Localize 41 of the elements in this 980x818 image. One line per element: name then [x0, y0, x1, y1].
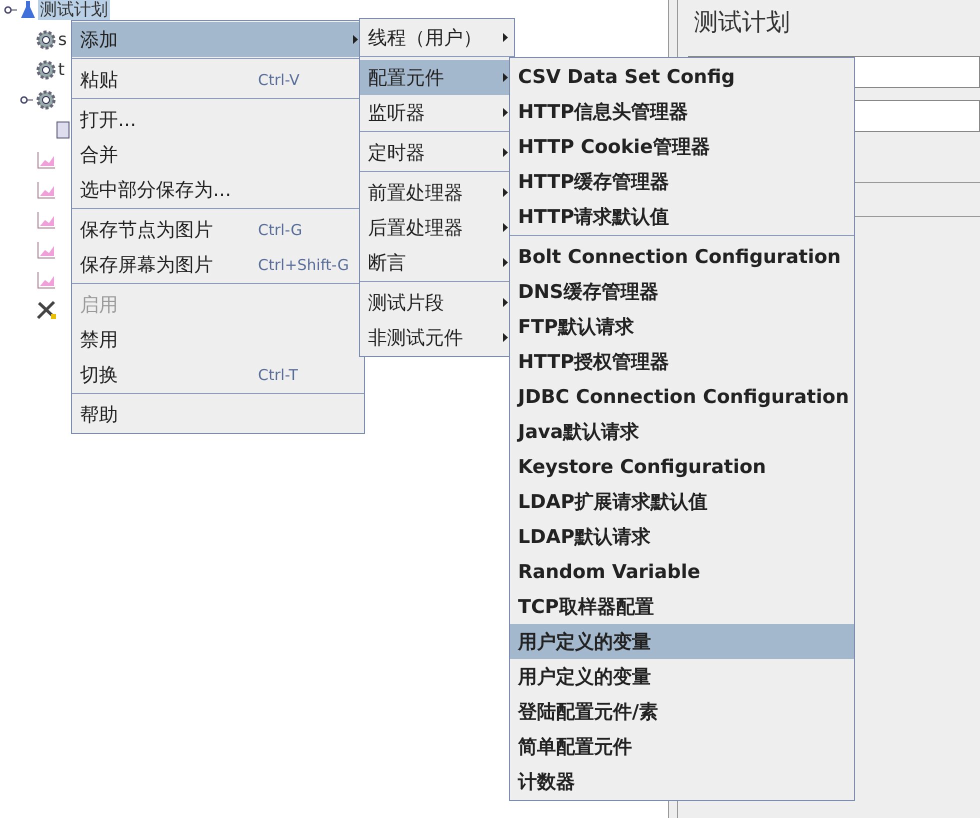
submenu-arrow-icon — [503, 223, 508, 232]
flask-icon — [20, 0, 36, 20]
chart-icon — [36, 241, 56, 259]
chart-icon — [36, 211, 56, 229]
submenu-arrow-icon — [503, 188, 508, 197]
menu-item[interactable]: 计数器 — [510, 764, 854, 799]
menu-item[interactable]: Random Variable — [510, 554, 854, 589]
tree-node-label[interactable]: s — [58, 30, 67, 50]
sampler-icon — [56, 121, 70, 139]
submenu-arrow-icon — [503, 33, 508, 42]
tools-icon — [36, 300, 58, 320]
menu-item[interactable]: LDAP默认请求 — [510, 519, 854, 554]
menu-item[interactable]: JDBC Connection Configuration — [510, 379, 854, 414]
menu-item[interactable]: Keystore Configuration — [510, 449, 854, 484]
submenu-arrow-icon — [353, 35, 358, 44]
submenu-arrow-icon — [503, 258, 508, 267]
menu-item[interactable]: 登陆配置元件/素 — [510, 694, 854, 729]
expander-icon[interactable] — [20, 94, 34, 106]
menu-item[interactable]: 切换 Ctrl-T — [72, 357, 364, 392]
submenu-arrow-icon — [503, 148, 508, 157]
gear-icon — [36, 60, 56, 80]
tree-node-label[interactable]: t — [58, 60, 65, 80]
submenu-arrow-icon — [503, 108, 508, 117]
chart-icon — [36, 181, 56, 199]
panel-title: 测试计划 — [693, 7, 791, 38]
menu-item[interactable]: 用户定义的变量 — [510, 624, 854, 659]
menu-item[interactable]: LDAP扩展请求默认值 — [510, 484, 854, 519]
expander-icon[interactable] — [4, 4, 18, 16]
submenu-arrow-icon — [503, 73, 508, 82]
menu-item[interactable]: 用户定义的变量 — [510, 659, 854, 694]
chart-icon — [36, 151, 56, 169]
chart-icon — [36, 271, 56, 289]
submenu-arrow-icon — [503, 333, 508, 342]
gear-icon — [36, 30, 56, 50]
menu-item[interactable]: 简单配置元件 — [510, 729, 854, 764]
menu-item[interactable]: 帮助 — [72, 397, 364, 432]
menu-item[interactable]: TCP取样器配置 — [510, 589, 854, 624]
gear-icon — [36, 90, 56, 110]
submenu-arrow-icon — [503, 298, 508, 307]
tree-node-label[interactable]: 测试计划 — [38, 0, 110, 20]
menu-item[interactable]: Java默认请求 — [510, 414, 854, 449]
